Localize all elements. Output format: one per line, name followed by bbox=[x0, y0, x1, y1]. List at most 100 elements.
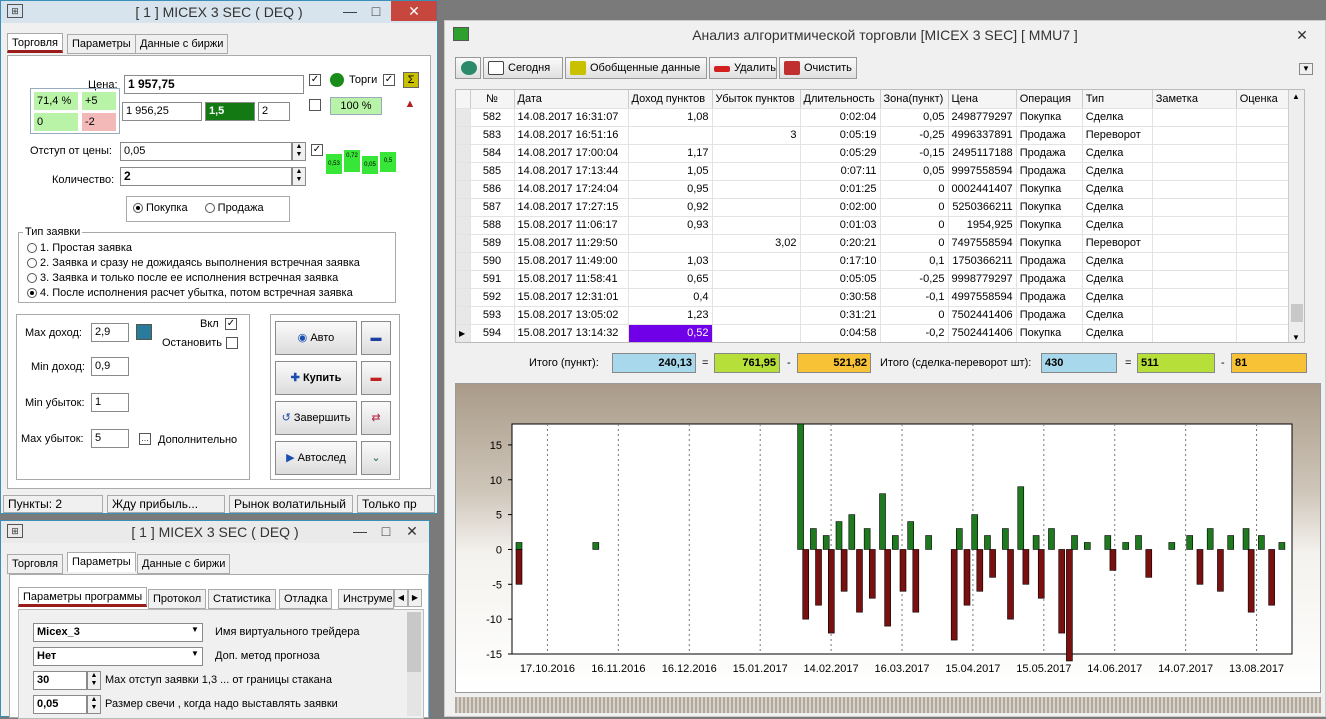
trader-dropdown-icon[interactable]: ▼ bbox=[191, 625, 199, 634]
finish-button[interactable]: ↺ Завершить bbox=[275, 401, 357, 435]
max-offset-field[interactable]: 30 bbox=[33, 671, 87, 690]
min-income-field[interactable]: 0,9 bbox=[91, 357, 129, 376]
row-indicator[interactable] bbox=[456, 180, 471, 199]
tab-exchange-data[interactable]: Данные с биржи bbox=[135, 34, 229, 54]
trader-name-select[interactable]: Micex_3 bbox=[33, 623, 203, 642]
close-icon[interactable]: ✕ bbox=[1289, 25, 1315, 45]
row-indicator[interactable] bbox=[456, 144, 471, 163]
summary-button[interactable]: Обобщенные данные bbox=[565, 57, 707, 79]
tab-trading[interactable]: Торговля bbox=[7, 554, 63, 574]
grid-scrollbar[interactable]: ▲ ▼ bbox=[1288, 90, 1304, 342]
small-field[interactable]: 2 bbox=[258, 102, 290, 121]
refresh-button[interactable] bbox=[455, 57, 481, 79]
table-row[interactable]: 587 14.08.2017 17:27:15 0,92 0:02:00 0 525036… bbox=[456, 198, 1297, 217]
offset-checkbox[interactable]: ✓ bbox=[311, 144, 323, 156]
vertical-scrollbar[interactable] bbox=[407, 612, 421, 716]
table-row[interactable]: 586 14.08.2017 17:24:04 0,95 0:01:25 0 000244… bbox=[456, 180, 1297, 199]
column-header[interactable]: Тип bbox=[1082, 90, 1153, 109]
order-type-1[interactable]: 1. Простая заявка bbox=[27, 242, 132, 254]
offset-stepper[interactable]: ▲ ▼ bbox=[292, 142, 306, 161]
order-type-3[interactable]: 3. Заявка и только после ее исполнения в… bbox=[27, 272, 338, 284]
candle-size-field[interactable]: 0,05 bbox=[33, 695, 87, 714]
buy-radio[interactable]: Покупка bbox=[133, 202, 188, 214]
column-header[interactable]: Операция bbox=[1016, 90, 1083, 109]
subtab-statistics[interactable]: Статистика bbox=[208, 589, 276, 609]
qty-field[interactable]: 2 bbox=[120, 167, 292, 186]
close-icon[interactable]: ✕ bbox=[391, 1, 437, 21]
maximize-icon[interactable]: □ bbox=[363, 1, 389, 21]
order-type-4[interactable]: 4. После исполнения расчет убытка, потом… bbox=[27, 287, 353, 299]
subtab-program-params[interactable]: Параметры программы bbox=[18, 587, 148, 607]
max-offset-stepper[interactable]: ▲ ▼ bbox=[87, 671, 101, 690]
maximize-icon[interactable]: □ bbox=[373, 521, 399, 541]
column-header[interactable]: Убыток пунктов bbox=[712, 90, 801, 109]
row-indicator[interactable] bbox=[456, 288, 471, 307]
forecast-select[interactable]: Нет bbox=[33, 647, 203, 666]
row-indicator[interactable]: ▶ bbox=[456, 324, 471, 342]
max-loss-field[interactable]: 5 bbox=[91, 429, 129, 448]
min-loss-field[interactable]: 1 bbox=[91, 393, 129, 412]
subtab-protocol[interactable]: Протокол bbox=[148, 589, 207, 609]
tab-scroll-right-icon[interactable]: ▶ bbox=[408, 589, 422, 607]
column-header[interactable]: Зона(пункт) bbox=[880, 90, 949, 109]
row-indicator[interactable] bbox=[456, 306, 471, 325]
sell-button[interactable]: ▬ bbox=[361, 361, 391, 395]
column-header[interactable]: Заметка bbox=[1152, 90, 1237, 109]
max-income-field[interactable]: 2,9 bbox=[91, 323, 129, 342]
save-icon[interactable] bbox=[136, 324, 152, 340]
delete-button[interactable]: Удалить bbox=[709, 57, 777, 79]
stop-checkbox[interactable] bbox=[226, 337, 238, 349]
row-indicator[interactable] bbox=[456, 234, 471, 253]
reverse-button[interactable]: ⇄ bbox=[361, 401, 391, 435]
table-row[interactable]: 593 15.08.2017 13:05:02 1,23 0:31:21 0 750244… bbox=[456, 306, 1297, 325]
candle-size-stepper[interactable]: ▲ ▼ bbox=[87, 695, 101, 714]
sum-icon[interactable]: Σ bbox=[403, 72, 419, 88]
subtab-debug[interactable]: Отладка bbox=[279, 589, 333, 609]
tab-parameters[interactable]: Параметры bbox=[67, 34, 136, 54]
table-row[interactable]: 591 15.08.2017 11:58:41 0,65 0:05:05 -0,25 99… bbox=[456, 270, 1297, 289]
row-indicator[interactable] bbox=[456, 198, 471, 217]
toolbar-dropdown-icon[interactable]: ▼ bbox=[1299, 63, 1313, 75]
trade-checkbox[interactable]: ✓ bbox=[383, 74, 395, 86]
row-indicator[interactable] bbox=[456, 108, 471, 127]
price-field[interactable]: 1 957,75 bbox=[124, 75, 304, 94]
row-indicator[interactable] bbox=[456, 216, 471, 235]
tab-trading[interactable]: Торговля bbox=[7, 33, 63, 53]
minimize-icon[interactable]: — bbox=[347, 521, 373, 541]
tab-parameters[interactable]: Параметры bbox=[67, 552, 136, 572]
order-type-2[interactable]: 2. Заявка и сразу не дожидаясь выполнени… bbox=[27, 257, 360, 269]
autofollow-button[interactable]: ▶ Автослед bbox=[275, 441, 357, 475]
row-indicator[interactable] bbox=[456, 270, 471, 289]
offset-field[interactable]: 0,05 bbox=[120, 142, 292, 161]
table-row[interactable]: 584 14.08.2017 17:00:04 1,17 0:05:29 -0,15 24… bbox=[456, 144, 1297, 163]
forecast-dropdown-icon[interactable]: ▼ bbox=[191, 649, 199, 658]
price-checkbox[interactable]: ✓ bbox=[309, 74, 321, 86]
table-row[interactable]: 592 15.08.2017 12:31:01 0,4 0:30:58 -0,1 4997… bbox=[456, 288, 1297, 307]
hundred-checkbox[interactable] bbox=[309, 99, 321, 111]
table-row[interactable]: 589 15.08.2017 11:29:50 3,02 0:20:21 0 749755… bbox=[456, 234, 1297, 253]
clear-button[interactable]: Очистить bbox=[779, 57, 857, 79]
column-header[interactable]: Дата bbox=[514, 90, 629, 109]
tab-exchange-data[interactable]: Данные с биржи bbox=[137, 554, 231, 574]
extra-checkbox[interactable]: … bbox=[139, 433, 151, 445]
column-header[interactable]: Доход пунктов bbox=[628, 90, 713, 109]
qty-stepper[interactable]: ▲ ▼ bbox=[292, 167, 306, 186]
subtab-instruments[interactable]: Инструме bbox=[338, 589, 394, 609]
minus-button[interactable]: ▬ bbox=[361, 321, 391, 355]
vkl-checkbox[interactable]: ✓ bbox=[225, 318, 237, 330]
chevron-button[interactable]: ⌄ bbox=[361, 441, 391, 475]
chart-hscrollbar[interactable] bbox=[455, 697, 1321, 713]
row-indicator[interactable] bbox=[456, 126, 471, 145]
sell-radio[interactable]: Продажа bbox=[204, 202, 264, 214]
table-row[interactable]: 583 14.08.2017 16:51:16 3 0:05:19 -0,25 49963… bbox=[456, 126, 1297, 145]
table-row[interactable]: ▶ 594 15.08.2017 13:14:32 0,52 0:04:58 -0,2 75… bbox=[456, 324, 1297, 342]
bid-field[interactable]: 1 956,25 bbox=[122, 102, 202, 121]
minimize-icon[interactable]: — bbox=[337, 1, 363, 21]
up-arrow-icon[interactable]: ▲ bbox=[400, 98, 420, 112]
tab-scroll-left-icon[interactable]: ◀ bbox=[394, 589, 408, 607]
buy-button[interactable]: ✚ Купить bbox=[275, 361, 357, 395]
table-row[interactable]: 585 14.08.2017 17:13:44 1,05 0:07:11 0,05 999… bbox=[456, 162, 1297, 181]
row-indicator[interactable] bbox=[456, 162, 471, 181]
close-icon[interactable]: ✕ bbox=[399, 521, 425, 541]
table-row[interactable]: 582 14.08.2017 16:31:07 1,08 0:02:04 0,05 249… bbox=[456, 108, 1297, 127]
